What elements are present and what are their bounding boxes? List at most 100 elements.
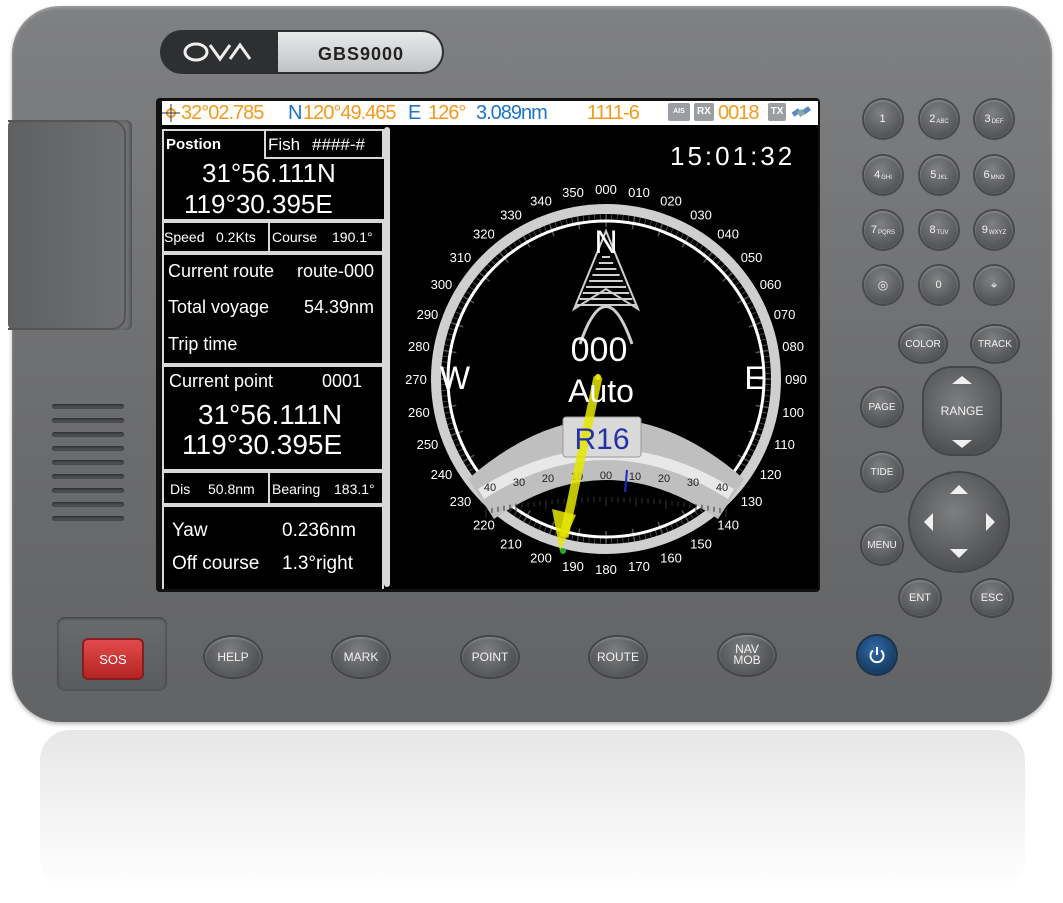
keypad-6-button[interactable]: 6 MNO <box>975 156 1013 194</box>
compass-west-label: W <box>440 360 471 396</box>
keypad-digit: 0 <box>935 279 942 291</box>
compass-degree-label: 290 <box>417 307 439 322</box>
keypad-digit: 2 <box>929 113 936 125</box>
point-button[interactable]: POINT <box>462 637 518 677</box>
status-waypoint: 1111-6 <box>587 102 640 124</box>
compass-degree-label: 180 <box>595 562 617 577</box>
sos-button[interactable]: SOS <box>82 638 144 680</box>
keypad-letters: DEF <box>991 119 1004 125</box>
device-reflection <box>40 730 1025 890</box>
heading-readout: 000 <box>571 331 628 369</box>
keypad-digit: 4 <box>874 169 881 181</box>
menu-button[interactable]: MENU <box>862 526 902 564</box>
current-point-lat: 31°56.111N <box>198 399 343 430</box>
compass-degree-label: 190 <box>562 559 584 574</box>
panel-divider <box>384 127 390 587</box>
keypad-digit: 5 <box>930 169 937 181</box>
brand-logo-icon <box>183 42 252 62</box>
color-button[interactable]: COLOR <box>900 326 946 362</box>
mob-label: MOB <box>733 653 761 667</box>
compass-degree-label: 280 <box>408 339 430 354</box>
keypad-symbol-button[interactable]: ⌖ <box>975 266 1013 304</box>
off-course-label: Off course <box>172 553 260 574</box>
dpad-up-icon[interactable] <box>950 485 968 494</box>
compass-east-label: E <box>744 360 765 396</box>
keypad-digit: 8 <box>929 224 936 236</box>
track-button[interactable]: TRACK <box>972 326 1018 362</box>
status-lon-hemi: E <box>408 102 421 124</box>
keypad-digit: 6 <box>983 169 990 181</box>
keypad-2-button[interactable]: 2 ABC <box>920 100 958 138</box>
keypad-letters: TUV <box>936 230 949 236</box>
total-voyage-value: 54.39nm <box>304 297 375 317</box>
dpad-left-icon[interactable] <box>924 513 933 531</box>
keypad-1-button[interactable]: 1 <box>864 100 902 138</box>
rudder-scale-label: 20 <box>542 473 554 485</box>
compass-degree-label: 340 <box>530 193 552 208</box>
current-point-value: 0001 <box>322 371 363 391</box>
dpad-right-icon[interactable] <box>986 513 995 531</box>
compass-degree-label: 260 <box>408 405 430 420</box>
rudder-scale-label: 40 <box>716 482 728 494</box>
tx-indicator: TX <box>768 103 786 121</box>
bearing-label: Bearing <box>272 481 321 497</box>
keypad-7-button[interactable]: 7 PQRS <box>864 211 902 249</box>
keypad-digit: 1 <box>879 113 886 125</box>
keypad-5-button[interactable]: 5 JKL <box>920 156 958 194</box>
dpad-down-icon[interactable] <box>950 549 968 558</box>
help-button[interactable]: HELP <box>205 637 261 677</box>
compass-degree-label: 320 <box>473 226 495 241</box>
keypad-8-button[interactable]: 8 TUV <box>920 211 958 249</box>
compass-degree-label: 030 <box>690 207 712 222</box>
route-button[interactable]: ROUTE <box>590 637 646 677</box>
ent-button[interactable]: ENT <box>900 580 940 616</box>
rudder-scale-label: 00 <box>600 470 612 482</box>
course-label: Course <box>272 229 318 245</box>
compass-rose: 000 010 020 030 040050 060 070 080 090 100 110 120 1… <box>405 182 807 577</box>
range-down-icon[interactable] <box>952 440 972 448</box>
clock-time: 15:01:32 <box>670 141 796 171</box>
pound-icon: ⌖ <box>990 277 998 292</box>
compass-degree-label: 160 <box>660 551 682 566</box>
current-point-lon: 119°30.395E <box>182 429 343 460</box>
fish-label: Fish <box>268 135 301 154</box>
keypad-letters: WXYZ <box>988 230 1007 236</box>
esc-button[interactable]: ESC <box>972 580 1012 616</box>
compass-degree-label: 000 <box>595 182 617 197</box>
status-lon: 120°49.465 <box>303 102 397 124</box>
compass-degree-label: 270 <box>405 372 427 387</box>
display-screen: 32°02.785 N 120°49.465 E 126° 3.089nm 11… <box>162 101 818 589</box>
compass-degree-label: 200 <box>530 551 552 566</box>
nav-mob-button[interactable]: NAV MOB <box>719 635 775 675</box>
compass-degree-label: 100 <box>782 405 804 420</box>
total-voyage-label: Total voyage <box>168 297 270 317</box>
trip-time-label: Trip time <box>168 334 238 354</box>
compass-degree-label: 050 <box>741 250 763 265</box>
keypad-4-button[interactable]: 4 GHI <box>864 156 902 194</box>
rudder-value: R16 <box>574 423 629 456</box>
mark-button[interactable]: MARK <box>333 637 389 677</box>
power-button[interactable] <box>858 636 896 674</box>
keypad-9-button[interactable]: 9 WXYZ <box>975 211 1013 249</box>
yaw-value: 0.236nm <box>282 520 356 541</box>
model-plate: GBS9000 <box>278 32 442 72</box>
keypad-0-button[interactable]: 0 <box>920 266 958 304</box>
keypad-letters: MNO <box>990 175 1005 181</box>
compass-degree-label: 220 <box>473 518 495 533</box>
keypad-func-button[interactable]: ◎ <box>864 266 902 304</box>
tide-button[interactable]: TIDE <box>862 453 902 491</box>
gps-fix-icon <box>162 104 180 122</box>
keypad-3-button[interactable]: 3 DEF <box>975 100 1013 138</box>
direction-pad[interactable] <box>910 473 1008 571</box>
side-card-door[interactable] <box>8 120 132 330</box>
rudder-scale-label: 30 <box>513 477 525 489</box>
compass-degree-label: 310 <box>450 250 472 265</box>
dis-label: Dis <box>170 481 191 497</box>
compass-degree-label: 150 <box>690 537 712 552</box>
bearing-value: 183.1° <box>334 481 375 497</box>
page-button[interactable]: PAGE <box>862 388 902 426</box>
range-button[interactable]: RANGE <box>924 368 1000 454</box>
range-up-icon[interactable] <box>952 376 972 384</box>
power-icon <box>869 647 885 664</box>
course-value: 190.1° <box>332 229 373 245</box>
